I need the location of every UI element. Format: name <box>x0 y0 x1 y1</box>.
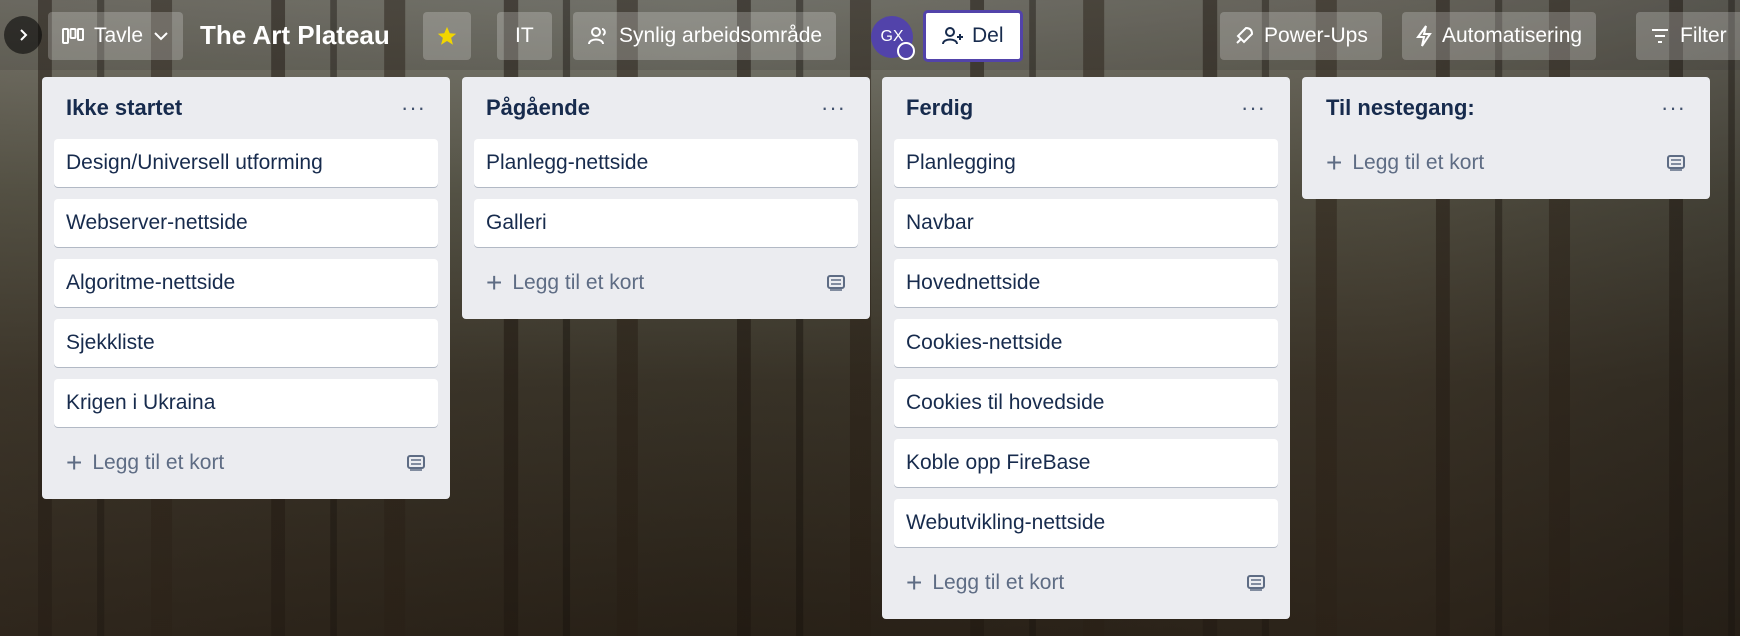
list-ferdig: Ferdig ··· Planlegging Navbar Hovednetts… <box>882 77 1290 619</box>
filter-label: Filter <box>1680 24 1727 47</box>
list-header: Pågående ··· <box>474 77 858 139</box>
add-card-button[interactable]: + Legg til et kort <box>906 569 1064 597</box>
expand-sidebar-button[interactable] <box>4 16 42 54</box>
add-card-label: Legg til et kort <box>512 271 645 294</box>
add-card-row: + Legg til et kort <box>1314 139 1698 187</box>
plus-icon: + <box>1326 147 1343 178</box>
add-card-row: + Legg til et kort <box>54 439 438 487</box>
add-card-label: Legg til et kort <box>92 451 225 474</box>
chevron-down-icon <box>154 32 168 41</box>
card[interactable]: Webutvikling-nettside <box>894 499 1278 547</box>
member-avatar[interactable]: GX <box>871 16 915 60</box>
powerups-button[interactable]: Power-Ups <box>1220 12 1382 60</box>
list-title[interactable]: Pågående <box>486 95 590 121</box>
card[interactable]: Galleri <box>474 199 858 247</box>
card[interactable]: Sjekkliste <box>54 319 438 367</box>
card[interactable]: Hovednettside <box>894 259 1278 307</box>
automation-label: Automatisering <box>1442 24 1583 47</box>
add-card-label: Legg til et kort <box>1352 151 1485 174</box>
board-header: Tavle The Art Plateau IT Synlig arbeidso… <box>0 0 1740 70</box>
plus-icon: + <box>66 447 83 478</box>
card[interactable]: Design/Universell utforming <box>54 139 438 187</box>
add-person-icon <box>942 27 963 45</box>
card-template-icon[interactable] <box>1246 574 1266 592</box>
list-til-nestegang: Til nestegang: ··· + Legg til et kort <box>1302 77 1710 199</box>
more-options-icon[interactable]: ··· <box>401 95 426 121</box>
card[interactable]: Planlegging <box>894 139 1278 187</box>
add-card-row: + Legg til et kort <box>474 259 858 307</box>
powerups-label: Power-Ups <box>1264 24 1368 47</box>
plus-icon: + <box>486 267 503 298</box>
board-view-switcher[interactable]: Tavle <box>48 12 184 60</box>
board-view-label: Tavle <box>94 24 144 47</box>
workspace-label: IT <box>515 24 534 47</box>
card[interactable]: Koble opp FireBase <box>894 439 1278 487</box>
chevron-right-icon <box>20 29 28 41</box>
more-options-icon[interactable]: ··· <box>1661 95 1686 121</box>
list-title[interactable]: Ikke startet <box>66 95 182 121</box>
card[interactable]: Webserver-nettside <box>54 199 438 247</box>
filter-button[interactable]: Filter <box>1636 12 1740 60</box>
card-template-icon[interactable] <box>1666 154 1686 172</box>
add-card-label: Legg til et kort <box>932 571 1065 594</box>
card[interactable]: Planlegg-nettside <box>474 139 858 187</box>
card[interactable]: Cookies-nettside <box>894 319 1278 367</box>
share-label: Del <box>972 24 1004 47</box>
list-pagaende: Pågående ··· Planlegg-nettside Galleri +… <box>462 77 870 319</box>
add-card-button[interactable]: + Legg til et kort <box>66 449 224 477</box>
filter-icon <box>1652 29 1668 43</box>
star-button[interactable] <box>423 12 471 60</box>
card-template-icon[interactable] <box>826 274 846 292</box>
list-header: Ikke startet ··· <box>54 77 438 139</box>
admin-badge-icon <box>897 42 915 60</box>
card[interactable]: Algoritme-nettside <box>54 259 438 307</box>
plus-icon: + <box>906 567 923 598</box>
list-title[interactable]: Til nestegang: <box>1326 95 1475 121</box>
rocket-icon <box>1236 26 1254 44</box>
board-title[interactable]: The Art Plateau <box>200 20 390 51</box>
card[interactable]: Krigen i Ukraina <box>54 379 438 427</box>
automation-button[interactable]: Automatisering <box>1402 12 1597 60</box>
list-title[interactable]: Ferdig <box>906 95 973 121</box>
board-icon <box>62 28 84 44</box>
share-button[interactable]: Del <box>923 10 1023 62</box>
workspace-button[interactable]: IT <box>497 12 552 60</box>
list-header: Til nestegang: ··· <box>1314 77 1698 139</box>
card[interactable]: Cookies til hovedside <box>894 379 1278 427</box>
visibility-label: Synlig arbeidsområde <box>619 24 823 47</box>
add-card-button[interactable]: + Legg til et kort <box>1326 149 1484 177</box>
list-header: Ferdig ··· <box>894 77 1278 139</box>
add-card-button[interactable]: + Legg til et kort <box>486 269 644 297</box>
card-template-icon[interactable] <box>406 454 426 472</box>
add-card-row: + Legg til et kort <box>894 559 1278 607</box>
list-ikke-startet: Ikke startet ··· Design/Universell utfor… <box>42 77 450 499</box>
card[interactable]: Navbar <box>894 199 1278 247</box>
people-icon <box>588 27 606 45</box>
lightning-icon <box>1416 25 1432 47</box>
more-options-icon[interactable]: ··· <box>1241 95 1266 121</box>
more-options-icon[interactable]: ··· <box>821 95 846 121</box>
visibility-button[interactable]: Synlig arbeidsområde <box>573 12 837 60</box>
star-icon <box>437 26 457 45</box>
